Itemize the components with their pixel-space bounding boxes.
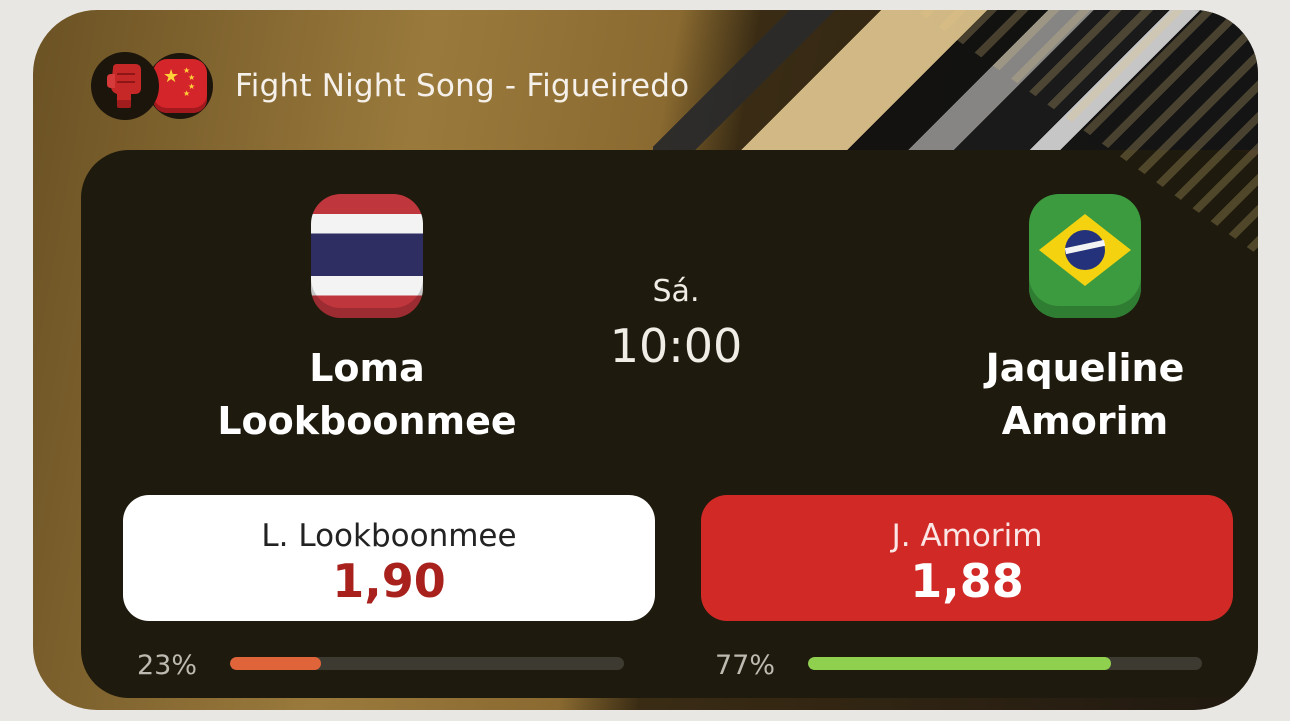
decorative-stripes [653, 10, 1258, 150]
thailand-flag-icon [311, 194, 423, 318]
fighter-away-last-name: Amorim [1001, 399, 1169, 443]
fighter-home-first-name: Loma [309, 346, 425, 390]
bet-percent-home: 23% [137, 650, 198, 681]
fighter-away-name: Jaqueline Amorim [895, 342, 1258, 448]
match-day: Sá. [652, 274, 700, 309]
bet-percent-away: 77% [715, 650, 776, 681]
bet-bar-away-fill [808, 657, 1112, 670]
event-title[interactable]: Fight Night Song - Figueiredo [235, 68, 689, 104]
match-card[interactable]: ★ ★ ★ ★ ★ Fight Night Song - Figueiredo … [33, 10, 1258, 710]
event-header: ★ ★ ★ ★ ★ Fight Night Song - Figueiredo [91, 44, 689, 128]
fighter-home: Loma Lookboonmee [177, 194, 557, 448]
match-clock: 10:00 [609, 319, 743, 373]
odds-button-home[interactable]: L. Lookboonmee 1,90 [123, 495, 655, 621]
bet-bar-home [230, 657, 624, 670]
odds-away-label: J. Amorim [891, 518, 1043, 554]
fighter-home-name: Loma Lookboonmee [177, 342, 557, 448]
odds-home-value: 1,90 [332, 554, 446, 608]
odds-button-away[interactable]: J. Amorim 1,88 [701, 495, 1233, 621]
bet-bar-home-fill [230, 657, 321, 670]
odds-away-value: 1,88 [910, 554, 1024, 608]
match-time: Sá. 10:00 [576, 274, 776, 374]
match-panel: Loma Lookboonmee Sá. 10:00 Jaqueline Amo… [81, 150, 1258, 698]
odds-home-label: L. Lookboonmee [261, 518, 517, 554]
bet-bar-away [808, 657, 1202, 670]
mma-glove-icon [91, 52, 159, 120]
fighter-away-first-name: Jaqueline [985, 346, 1185, 390]
brazil-flag-icon [1029, 194, 1141, 318]
fighter-away: Jaqueline Amorim [895, 194, 1258, 448]
fighter-home-last-name: Lookboonmee [217, 399, 517, 443]
